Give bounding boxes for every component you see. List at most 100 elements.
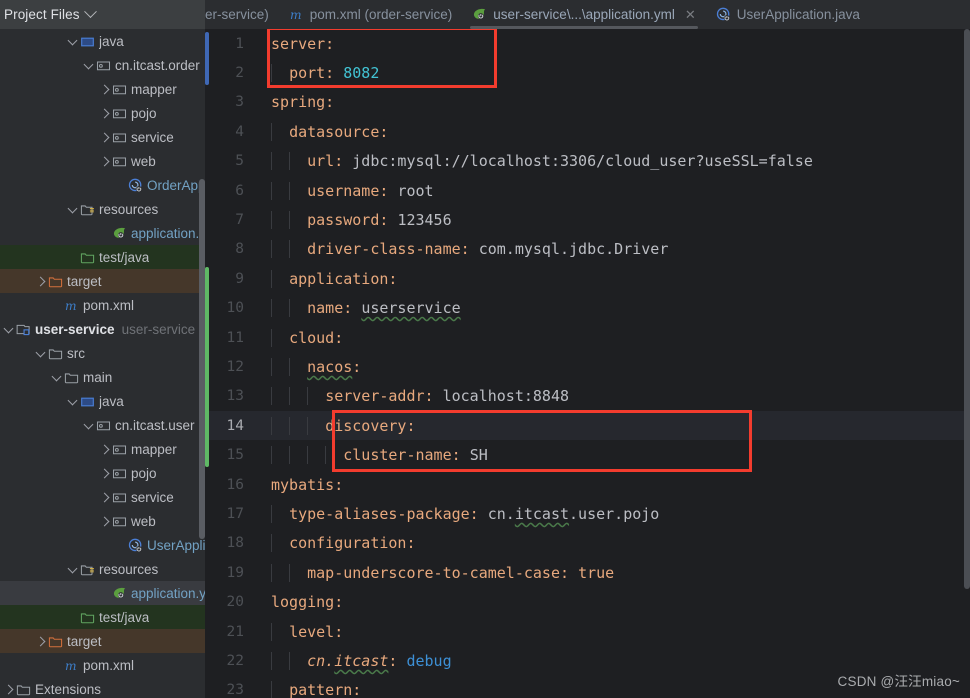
resources-folder-icon: [80, 562, 95, 577]
tree-row[interactable]: resources: [0, 197, 205, 221]
code-line[interactable]: 11 cloud:: [205, 323, 970, 352]
code-line[interactable]: 17 type-aliases-package: cn.itcast.user.…: [205, 499, 970, 528]
tree-row-icon: [15, 322, 32, 337]
code-line[interactable]: 16 mybatis:: [205, 470, 970, 499]
code-line[interactable]: 15 cluster-name: SH: [205, 440, 970, 469]
tree-row[interactable]: java: [0, 29, 205, 53]
code-line[interactable]: 5 url: jdbc:mysql://localhost:3306/cloud…: [205, 147, 970, 176]
chevron-down-icon[interactable]: [68, 396, 79, 407]
tree-row-label: Extensions: [35, 681, 102, 697]
tree-row[interactable]: test/java: [0, 245, 205, 269]
main-body: java cn.itcast.order mapper pojo service web O…: [0, 29, 970, 698]
chevron-down-icon[interactable]: [36, 348, 47, 359]
tree-row[interactable]: mapper: [0, 77, 205, 101]
tree-row[interactable]: m pom.xml: [0, 293, 205, 317]
tree-row[interactable]: user-service user-service: [0, 317, 205, 341]
code-line[interactable]: 4 datasource:: [205, 117, 970, 146]
maven-m-icon: m: [64, 298, 79, 313]
code-line[interactable]: 10 name: userservice: [205, 294, 970, 323]
tree-row[interactable]: cn.itcast.order: [0, 53, 205, 77]
ide-window: Project Files er-service) m pom.xml (order…: [0, 0, 970, 698]
svg-text:m: m: [290, 8, 302, 22]
code-line[interactable]: 7 password: 123456: [205, 205, 970, 234]
chevron-right-icon[interactable]: [100, 132, 111, 143]
tree-row[interactable]: target: [0, 629, 205, 653]
chevron-down-icon[interactable]: [84, 420, 95, 431]
chevron-down-icon[interactable]: [68, 204, 79, 215]
test-folder-icon: [80, 250, 95, 265]
tree-row[interactable]: UserApplica: [0, 533, 205, 557]
package-icon: [112, 466, 127, 481]
tree-row[interactable]: src: [0, 341, 205, 365]
project-tree[interactable]: java cn.itcast.order mapper pojo service web O…: [0, 29, 205, 698]
code-line[interactable]: 6 username: root: [205, 176, 970, 205]
editor-tab[interactable]: m pom.xml (order-service): [278, 0, 463, 29]
tree-row[interactable]: m pom.xml: [0, 653, 205, 677]
code-line[interactable]: 3 spring:: [205, 88, 970, 117]
project-files-header[interactable]: Project Files: [0, 0, 205, 29]
tree-row[interactable]: pojo: [0, 101, 205, 125]
code-line[interactable]: 20 logging:: [205, 587, 970, 616]
indent-guide: [271, 622, 272, 641]
tree-row-icon: [15, 682, 32, 697]
editor-scrollbar[interactable]: [964, 29, 970, 589]
tree-row[interactable]: application.yml: [0, 581, 205, 605]
chevron-down-icon[interactable]: [84, 60, 95, 71]
editor-tab[interactable]: er-service): [205, 0, 279, 29]
chevron-right-icon[interactable]: [100, 492, 111, 503]
tree-row[interactable]: mapper: [0, 437, 205, 461]
tree-row[interactable]: cn.itcast.user: [0, 413, 205, 437]
code-token: cluster-name:: [343, 446, 470, 465]
tree-row[interactable]: service: [0, 485, 205, 509]
code-line[interactable]: 21 level:: [205, 617, 970, 646]
chevron-right-icon[interactable]: [4, 684, 15, 695]
chevron-right-icon[interactable]: [100, 468, 111, 479]
code-line[interactable]: 14 discovery:: [205, 411, 970, 441]
tree-row[interactable]: application.yml: [0, 221, 205, 245]
chevron-right-icon[interactable]: [100, 444, 111, 455]
code-editor[interactable]: 1 server: 2 port: 8082 3 spring: 4 datasource…: [205, 29, 970, 698]
package-icon: [112, 442, 127, 457]
tree-row[interactable]: main: [0, 365, 205, 389]
code-token: .user.pojo: [569, 504, 660, 523]
code-content[interactable]: 1 server: 2 port: 8082 3 spring: 4 datasource…: [205, 29, 970, 698]
code-line[interactable]: 1 server:: [205, 29, 970, 58]
editor-tab[interactable]: UserApplication.java: [705, 0, 870, 29]
chevron-right-icon[interactable]: [36, 276, 47, 287]
chevron-down-icon[interactable]: [68, 564, 79, 575]
tree-row[interactable]: OrderApplica: [0, 173, 205, 197]
editor-tab-strip[interactable]: er-service) m pom.xml (order-service) user-…: [205, 0, 970, 29]
close-icon[interactable]: ✕: [685, 8, 696, 21]
tree-row[interactable]: web: [0, 509, 205, 533]
tree-row[interactable]: target: [0, 269, 205, 293]
tree-row[interactable]: test/java: [0, 605, 205, 629]
code-line[interactable]: 18 configuration:: [205, 529, 970, 558]
chevron-right-icon[interactable]: [100, 108, 111, 119]
code-text: username: root: [253, 181, 434, 200]
folder-icon: [16, 682, 31, 697]
code-line[interactable]: 12 nacos:: [205, 352, 970, 381]
chevron-down-icon[interactable]: [68, 36, 79, 47]
tree-row[interactable]: Extensions: [0, 677, 205, 698]
chevron-right-icon[interactable]: [36, 636, 47, 647]
chevron-down-icon[interactable]: [52, 372, 63, 383]
tree-row[interactable]: web: [0, 149, 205, 173]
code-line[interactable]: 2 port: 8082: [205, 58, 970, 87]
chevron-right-icon[interactable]: [100, 84, 111, 95]
chevron-right-icon[interactable]: [100, 516, 111, 527]
tree-row-label: java: [99, 393, 124, 409]
chevron-down-icon[interactable]: [4, 324, 15, 335]
code-token: url:: [307, 152, 353, 171]
code-line[interactable]: 8 driver-class-name: com.mysql.jdbc.Driv…: [205, 235, 970, 264]
chevron-down-icon[interactable]: [83, 5, 97, 19]
tree-row[interactable]: service: [0, 125, 205, 149]
code-line[interactable]: 19 map-underscore-to-camel-case: true: [205, 558, 970, 587]
editor-tab[interactable]: user-service\...\application.yml ✕: [462, 0, 706, 29]
code-line[interactable]: 13 server-addr: localhost:8848: [205, 382, 970, 411]
tree-row[interactable]: resources: [0, 557, 205, 581]
chevron-right-icon[interactable]: [100, 156, 111, 167]
tree-row[interactable]: pojo: [0, 461, 205, 485]
tree-row[interactable]: java: [0, 389, 205, 413]
code-line[interactable]: 9 application:: [205, 264, 970, 293]
project-tree-panel[interactable]: java cn.itcast.order mapper pojo service web O…: [0, 29, 205, 698]
